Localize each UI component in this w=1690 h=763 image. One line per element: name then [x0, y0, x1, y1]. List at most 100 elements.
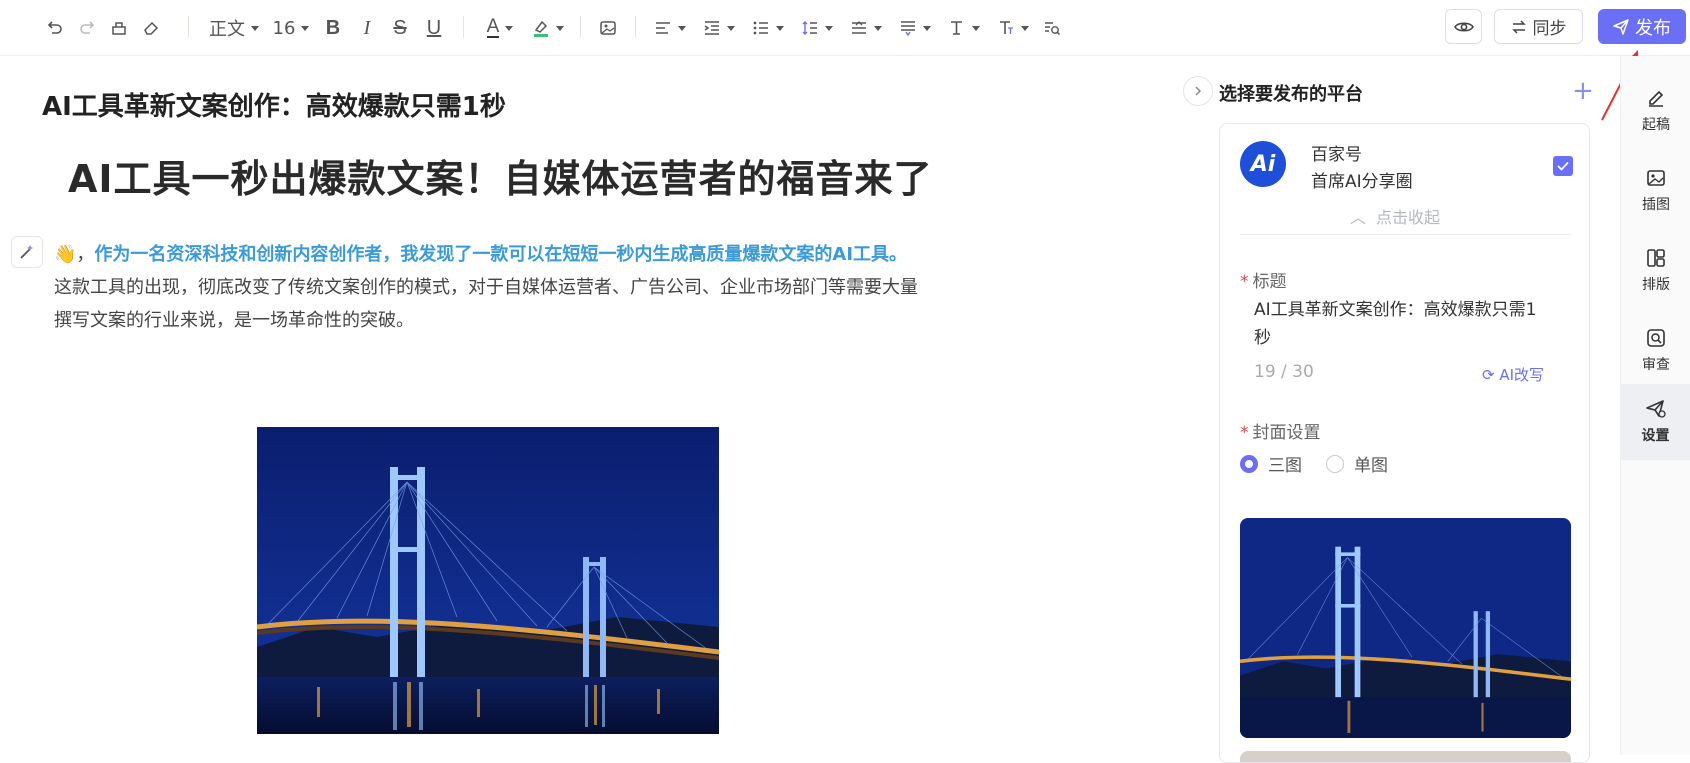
- preview-button[interactable]: [1445, 9, 1482, 44]
- font-color-button[interactable]: A: [482, 14, 518, 42]
- paragraph-style-select[interactable]: 正文: [206, 14, 262, 42]
- magic-wand-icon: [20, 245, 33, 259]
- next-cover-image[interactable]: [1240, 751, 1571, 762]
- line-height-icon: [802, 21, 817, 35]
- chevron-down-icon: [874, 25, 882, 31]
- magic-wand-button[interactable]: [11, 236, 43, 268]
- font-size-select[interactable]: 16: [270, 14, 312, 42]
- rail-item-review[interactable]: 审查: [1621, 316, 1690, 386]
- article-paragraph[interactable]: 👋，作为一名资深科技和创新内容创作者，我发现了一款可以在短短一秒内生成高质量爆款…: [54, 238, 924, 337]
- cover-image[interactable]: [1240, 518, 1571, 738]
- paragraph-text: 这款工具的出现，彻底改变了传统文案创作的模式，对于自媒体运营者、广告公司、企业市…: [54, 277, 918, 331]
- check-icon: [1557, 161, 1569, 171]
- text-spacing-icon: [901, 21, 915, 37]
- format-painter-icon[interactable]: [108, 14, 130, 42]
- article-image[interactable]: [257, 427, 719, 734]
- title-field-label: * 标题: [1240, 267, 1287, 292]
- avatar-text: Ai: [1250, 151, 1276, 177]
- title-label-text: 标题: [1252, 272, 1287, 292]
- bold-icon[interactable]: B: [322, 14, 344, 42]
- panel-title: 选择要发布的平台: [1219, 84, 1363, 105]
- find-replace-icon[interactable]: [1041, 14, 1063, 42]
- rail-label: 插图: [1642, 197, 1670, 213]
- highlight-color-button[interactable]: [530, 14, 566, 42]
- required-mark: *: [1240, 272, 1249, 292]
- radio-selected-icon: [1240, 454, 1258, 473]
- chevron-down-icon: [505, 25, 514, 31]
- char-counter: 19 / 30: [1254, 362, 1314, 382]
- chevron-up-icon: ︿: [1350, 208, 1367, 227]
- list-button[interactable]: [750, 14, 786, 42]
- rail-item-settings[interactable]: 设置: [1621, 384, 1690, 460]
- publish-button[interactable]: 发布: [1598, 9, 1686, 44]
- platform-card: Ai 百家号 首席AI分享圈 ︿ 点击收起 * 标题 AI工具革新文案创作：高效爆款…: [1219, 123, 1590, 763]
- chevron-right-icon: [1195, 86, 1202, 96]
- rail-label: 设置: [1641, 428, 1670, 444]
- text-format-icon: [951, 21, 962, 35]
- font-color-icon: A: [486, 16, 500, 38]
- align-button[interactable]: [652, 14, 688, 42]
- toolbar-divider: [580, 16, 581, 38]
- title-input[interactable]: AI工具革新文案创作：高效爆款只需1秒: [1254, 296, 1544, 352]
- highlighted-text: 作为一名资深科技和创新内容创作者，我发现了一款可以在短短一秒内生成高质量爆款文案…: [94, 244, 908, 265]
- redo-icon[interactable]: [76, 14, 98, 42]
- avatar: Ai: [1240, 141, 1286, 187]
- font-size-value: 16: [272, 17, 296, 39]
- text-spacing-button[interactable]: [897, 14, 933, 42]
- account-name: 首席AI分享圈: [1311, 172, 1413, 192]
- clear-format-button[interactable]: [946, 14, 982, 42]
- article-heading[interactable]: AI工具一秒出爆款文案！自媒体运营者的福音来了: [68, 148, 933, 203]
- editor-toolbar: 正文 16 B I S U A 同步 发布: [0, 0, 1690, 56]
- add-platform-icon[interactable]: +: [1572, 76, 1594, 106]
- collapse-label: 点击收起: [1376, 208, 1441, 227]
- highlight-icon: [534, 20, 548, 37]
- toolbar-divider: [635, 16, 636, 38]
- chevron-down-icon: [556, 25, 564, 31]
- refresh-icon: ⟳: [1482, 366, 1495, 384]
- radio-label: 单图: [1354, 456, 1388, 476]
- sync-label: 同步: [1532, 19, 1567, 39]
- required-mark: *: [1240, 423, 1249, 443]
- document-title[interactable]: AI工具革新文案创作：高效爆款只需1秒: [42, 86, 506, 123]
- platform-name: 百家号: [1311, 145, 1362, 165]
- sync-button[interactable]: 同步: [1494, 9, 1583, 44]
- publish-label: 发布: [1635, 17, 1671, 39]
- cover-option-three[interactable]: 三图: [1240, 451, 1302, 476]
- cover-field-label: * 封面设置: [1240, 418, 1321, 443]
- eye-icon: [1453, 21, 1474, 32]
- italic-icon[interactable]: I: [356, 14, 378, 42]
- cover-option-single[interactable]: 单图: [1326, 451, 1388, 476]
- rail-item-layout[interactable]: 排版: [1621, 236, 1690, 306]
- chevron-down-icon: [972, 25, 980, 31]
- indent-icon: [704, 21, 719, 35]
- toolbar-divider: [463, 16, 464, 38]
- line-height-button[interactable]: [799, 14, 835, 42]
- collapse-toggle[interactable]: ︿ 点击收起: [1350, 204, 1440, 228]
- underline-icon[interactable]: U: [423, 14, 445, 42]
- rail-label: 审查: [1642, 357, 1670, 373]
- tool-rail: 起稿 插图 排版 审查 设置: [1620, 56, 1690, 755]
- font-style-button[interactable]: [995, 14, 1031, 42]
- undo-icon[interactable]: [44, 14, 66, 42]
- font-style-icon: [1000, 21, 1013, 34]
- rail-label: 起稿: [1642, 117, 1670, 133]
- platform-checkbox[interactable]: [1553, 156, 1573, 176]
- chevron-down-icon: [301, 25, 310, 31]
- radio-unselected-icon: [1326, 454, 1344, 473]
- rail-item-draft[interactable]: 起稿: [1621, 76, 1690, 146]
- ai-rewrite-button[interactable]: ⟳ AI改写: [1482, 364, 1544, 385]
- insert-image-icon[interactable]: [597, 14, 619, 42]
- cover-label-text: 封面设置: [1252, 423, 1321, 443]
- collapse-panel-button[interactable]: [1183, 76, 1213, 106]
- eraser-icon[interactable]: [140, 14, 162, 42]
- paragraph-style-value: 正文: [209, 19, 245, 40]
- send-settings-icon: [1645, 400, 1666, 418]
- rail-item-illustration[interactable]: 插图: [1621, 156, 1690, 226]
- paragraph-spacing-icon: [852, 21, 866, 34]
- chevron-down-icon: [776, 25, 784, 31]
- bullet-list-icon: [753, 21, 768, 35]
- strikethrough-icon[interactable]: S: [389, 14, 411, 42]
- paragraph-spacing-button[interactable]: [848, 14, 884, 42]
- pen-icon: [1649, 90, 1664, 107]
- indent-button[interactable]: [701, 14, 737, 42]
